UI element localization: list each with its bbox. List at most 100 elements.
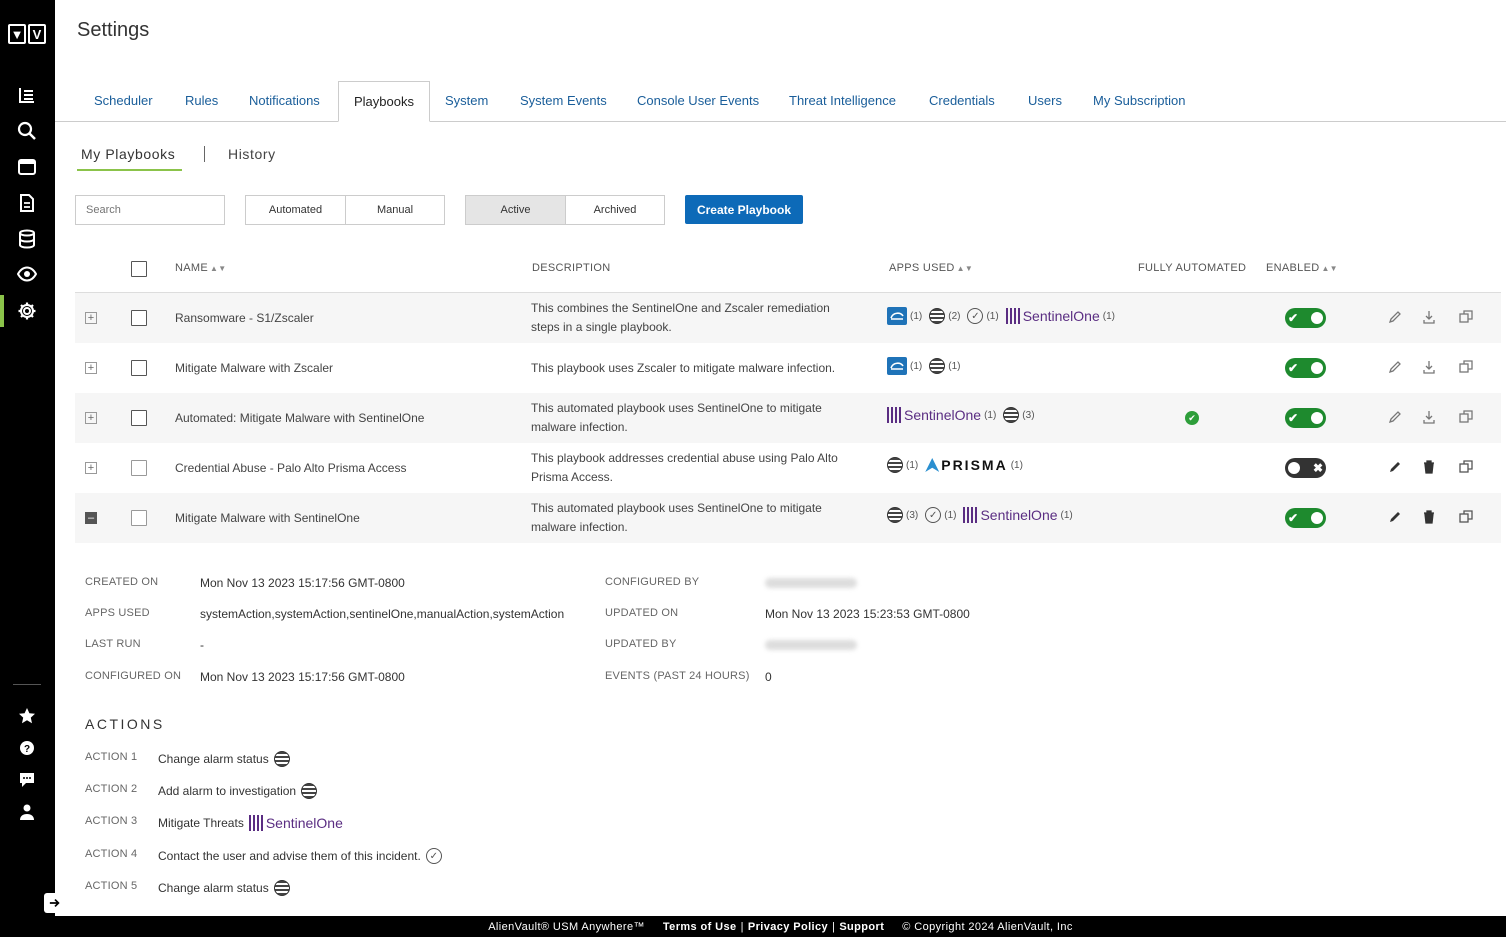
download-icon[interactable]	[1421, 409, 1437, 425]
tab-threat-intelligence[interactable]: Threat Intelligence	[789, 81, 896, 122]
copy-icon[interactable]	[1458, 409, 1474, 425]
document-icon[interactable]	[15, 191, 39, 215]
row-checkbox[interactable]	[131, 360, 147, 376]
row-checkbox[interactable]	[131, 410, 147, 426]
expand-row-icon[interactable]: +	[85, 462, 97, 474]
tab-system[interactable]: System	[445, 81, 488, 122]
edit-icon[interactable]	[1387, 509, 1403, 525]
check-icon: ✔	[1288, 311, 1299, 325]
check-icon: ✔	[1288, 361, 1299, 375]
alienvault-logo[interactable]: ▼ V	[8, 24, 46, 44]
tab-playbooks[interactable]: Playbooks	[338, 81, 430, 122]
create-playbook-button[interactable]: Create Playbook	[685, 195, 803, 224]
tab-my-subscription[interactable]: My Subscription	[1093, 81, 1185, 122]
tab-rules[interactable]: Rules	[185, 81, 218, 122]
search-input[interactable]	[75, 195, 225, 225]
action-label: ACTION 5	[85, 880, 138, 892]
privacy-link[interactable]: Privacy Policy	[748, 921, 828, 933]
footer-separator: |	[832, 920, 836, 933]
edit-icon[interactable]	[1387, 359, 1403, 375]
filter-manual-button[interactable]: Manual	[345, 195, 445, 225]
row-checkbox[interactable]	[131, 460, 147, 476]
subtab-my-playbooks[interactable]: My Playbooks	[81, 146, 175, 162]
collapse-row-icon[interactable]: –	[85, 512, 97, 524]
expand-row-icon[interactable]: +	[85, 362, 97, 374]
column-header-enabled[interactable]: ENABLED ▲▼	[1266, 262, 1338, 274]
edit-icon[interactable]	[1387, 409, 1403, 425]
filter-active-button[interactable]: Active	[465, 195, 566, 225]
expand-row-icon[interactable]: +	[85, 412, 97, 424]
download-icon[interactable]	[1421, 309, 1437, 325]
tab-console-user-events[interactable]: Console User Events	[637, 81, 759, 122]
select-all-checkbox[interactable]	[131, 261, 147, 277]
eye-icon[interactable]	[15, 262, 39, 286]
tab-users[interactable]: Users	[1028, 81, 1062, 122]
sentinelone-label: SentinelOne	[980, 507, 1058, 523]
column-header-name[interactable]: NAME ▲▼	[175, 262, 226, 274]
app-count: (1)	[948, 360, 961, 372]
table-row: + Mitigate Malware with Zscaler This pla…	[75, 343, 1501, 393]
manual-action-icon: ✓	[425, 848, 442, 864]
sort-icon: ▲▼	[1321, 264, 1338, 273]
help-icon[interactable]: ?	[15, 736, 39, 760]
playbook-name[interactable]: Ransomware - S1/Zscaler	[175, 311, 314, 325]
sidebar: ▼ V ?	[0, 0, 66, 937]
row-checkbox[interactable]	[131, 310, 147, 326]
chat-icon[interactable]	[15, 768, 39, 792]
enabled-toggle[interactable]: ✔	[1285, 508, 1326, 528]
check-icon: ✔	[1288, 411, 1299, 425]
window-icon[interactable]	[15, 155, 39, 179]
filter-archived-button[interactable]: Archived	[565, 195, 665, 225]
gear-icon[interactable]	[15, 299, 39, 323]
copy-icon[interactable]	[1458, 309, 1474, 325]
enabled-toggle[interactable]: ✔	[1285, 408, 1326, 428]
download-icon[interactable]	[1421, 359, 1437, 375]
column-header-apps-used[interactable]: APPS USED ▲▼	[889, 262, 973, 274]
user-icon[interactable]	[15, 800, 39, 824]
table-row: + Ransomware - S1/Zscaler This combines …	[75, 293, 1501, 343]
terms-link[interactable]: Terms of Use	[663, 921, 737, 933]
filter-automated-button[interactable]: Automated	[245, 195, 346, 225]
playbook-name[interactable]: Automated: Mitigate Malware with Sentine…	[175, 411, 424, 425]
system-action-icon	[887, 457, 903, 473]
tab-credentials[interactable]: Credentials	[929, 81, 995, 122]
column-label: NAME	[175, 262, 208, 274]
page-title: Settings	[77, 19, 150, 41]
search-icon[interactable]	[15, 119, 39, 143]
x-icon: ✖	[1312, 461, 1323, 475]
tab-system-events[interactable]: System Events	[520, 81, 607, 122]
sentinelone-label: SentinelOne	[265, 815, 343, 831]
tab-scheduler[interactable]: Scheduler	[94, 81, 153, 122]
database-icon[interactable]	[15, 227, 39, 251]
copy-icon[interactable]	[1458, 509, 1474, 525]
row-checkbox[interactable]	[131, 510, 147, 526]
tab-notifications[interactable]: Notifications	[249, 81, 320, 122]
updated-on-label: UPDATED ON	[605, 607, 679, 619]
toggle-knob	[1311, 512, 1323, 524]
trash-icon[interactable]	[1421, 509, 1437, 525]
subtab-history[interactable]: History	[228, 146, 276, 162]
support-link[interactable]: Support	[839, 921, 884, 933]
playbook-name[interactable]: Mitigate Malware with Zscaler	[175, 361, 333, 375]
expand-row-icon[interactable]: +	[85, 312, 97, 324]
dashboard-icon[interactable]	[15, 83, 39, 107]
action-label: ACTION 1	[85, 751, 138, 763]
enabled-toggle[interactable]: ✔	[1285, 358, 1326, 378]
app-count: (3)	[906, 509, 919, 521]
copy-icon[interactable]	[1458, 359, 1474, 375]
star-icon[interactable]	[15, 704, 39, 728]
enabled-toggle[interactable]: ✔	[1285, 308, 1326, 328]
toggle-knob	[1288, 462, 1300, 474]
column-header-fully-automated: FULLY AUTOMATED	[1138, 262, 1247, 274]
copy-icon[interactable]	[1458, 459, 1474, 475]
arrow-right-icon[interactable]	[44, 893, 66, 913]
edit-icon[interactable]	[1387, 309, 1403, 325]
playbook-name[interactable]: Credential Abuse - Palo Alto Prisma Acce…	[175, 461, 406, 475]
action-item: Change alarm status	[158, 880, 290, 896]
trash-icon[interactable]	[1421, 459, 1437, 475]
playbook-name[interactable]: Mitigate Malware with SentinelOne	[175, 511, 360, 525]
edit-icon[interactable]	[1387, 459, 1403, 475]
active-nav-indicator	[0, 295, 4, 327]
enabled-toggle[interactable]: ✖	[1285, 458, 1326, 478]
system-action-icon	[929, 358, 946, 374]
